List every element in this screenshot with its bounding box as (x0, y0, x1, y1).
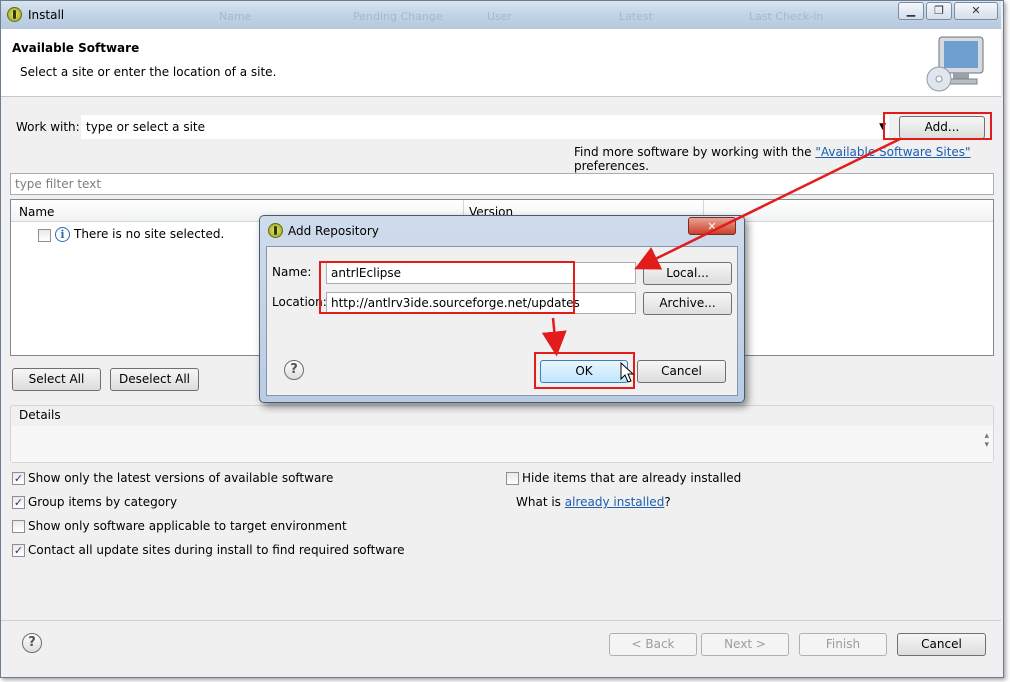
mouse-cursor-icon (620, 362, 634, 383)
annotation-arrows (541, 137, 901, 357)
arrow-fields-to-ok (541, 317, 567, 357)
arrow-add-to-fields (634, 137, 901, 270)
